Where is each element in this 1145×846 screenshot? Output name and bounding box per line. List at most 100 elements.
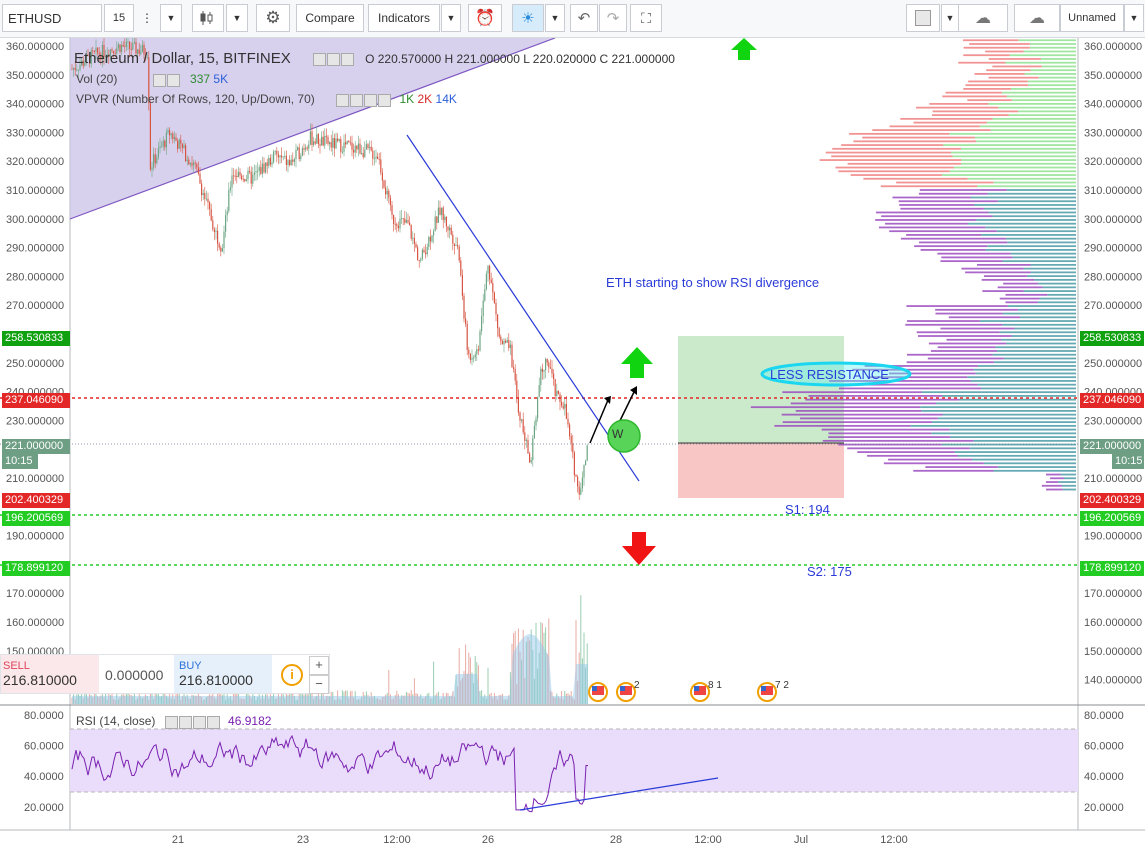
candle-body <box>378 159 380 160</box>
candle-body <box>193 162 195 166</box>
vpvr-row-up <box>992 117 1076 120</box>
undo-button[interactable]: ↶ <box>570 4 598 32</box>
candle-body <box>437 207 439 223</box>
vpvr-row-down <box>889 230 997 233</box>
vpvr-row-up <box>974 204 1076 206</box>
candle-body <box>468 349 470 354</box>
vol-label: Vol (20) <box>76 72 118 86</box>
candle-body <box>170 133 172 136</box>
candle-body <box>175 137 177 141</box>
price-tag-t4: 221.000000 <box>1080 439 1144 455</box>
vpvr-row-down <box>885 222 969 225</box>
sell-button[interactable]: SELL 216.810000 <box>1 655 99 693</box>
candle-body <box>362 152 364 157</box>
candle-body <box>223 231 225 249</box>
time-tick-label: 26 <box>482 834 494 846</box>
layout-name-button[interactable]: Unnamed <box>1060 4 1124 32</box>
vpvr-row-down <box>774 424 911 427</box>
candle-body <box>509 344 511 348</box>
candle-body <box>397 225 399 229</box>
candle-body <box>404 218 406 223</box>
ideas-button[interactable]: ☀ <box>512 4 544 32</box>
vpvr-row-down <box>863 177 968 180</box>
compare-button[interactable]: Compare <box>296 4 364 32</box>
candle-body <box>463 295 465 319</box>
candle-body <box>365 144 367 150</box>
candle-body <box>455 245 457 247</box>
rsi-tick-label: 80.0000 <box>24 710 64 722</box>
chart-style-button[interactable] <box>192 4 224 32</box>
zoom-in-button[interactable]: + <box>309 656 329 675</box>
candle-body <box>375 156 377 159</box>
candle-body <box>212 220 214 230</box>
chart-title-legend[interactable]: Ethereum / Dollar, 15, BITFINEX O 220.57… <box>74 50 675 68</box>
time-axis[interactable]: 21 23 12:00 26 28 12:00 Jul 12:00 <box>172 834 908 846</box>
candle-body <box>309 131 311 145</box>
interval-dropdown[interactable]: ▼ <box>160 4 182 32</box>
vpvr-row-up <box>1008 114 1076 117</box>
buy-button[interactable]: BUY 216.810000 <box>174 655 272 693</box>
vpvr-row-up <box>1018 39 1076 42</box>
vpvr-legend[interactable]: VPVR (Number Of Rows, 120, Up/Down, 70) … <box>76 92 457 107</box>
candle-body <box>297 147 299 150</box>
vpvr-row-up <box>985 226 1076 229</box>
vpvr-row-down <box>919 189 1007 191</box>
rsi-legend[interactable]: RSI (14, close) 46.9182 <box>76 714 271 729</box>
price-tick-label: 230.000000 <box>6 415 64 427</box>
vpvr-row-down <box>997 286 1043 289</box>
vpvr-row-down <box>916 106 999 109</box>
info-icon[interactable]: i <box>281 664 303 686</box>
candle-body <box>402 218 404 220</box>
layout-button[interactable] <box>906 4 940 32</box>
indicators-button[interactable]: Indicators <box>368 4 440 32</box>
alert-button[interactable]: ⏰ <box>468 4 502 32</box>
vpvr-row-up <box>1010 252 1076 255</box>
volume-legend[interactable]: Vol (20) 337 5K <box>76 72 228 87</box>
interval-menu-icon[interactable]: ⋮ <box>136 4 158 32</box>
vpvr-row-up <box>977 185 1076 188</box>
candle-body <box>485 273 487 290</box>
candle-body <box>188 159 190 165</box>
vpvr-row-down <box>946 338 1002 341</box>
fullscreen-button[interactable]: ⛶ <box>630 4 662 32</box>
vpvr-row-down <box>937 252 1011 255</box>
candle-body <box>351 142 353 150</box>
vpvr-row-up <box>985 249 1076 251</box>
candle-body <box>241 175 243 180</box>
candle-body <box>117 44 119 48</box>
long-position-stop-zone[interactable] <box>678 443 844 498</box>
chart-style-dropdown[interactable]: ▼ <box>226 4 248 32</box>
price-tick-label: 140.000000 <box>1084 675 1142 687</box>
vpvr-row-up <box>971 196 1076 199</box>
vpvr-row-up <box>990 129 1076 131</box>
vpvr-row-down <box>961 267 1024 270</box>
price-tick-label: 310.000000 <box>6 185 64 197</box>
zoom-out-button[interactable]: − <box>309 675 329 694</box>
candle-body <box>343 142 345 152</box>
candle-body <box>220 247 222 252</box>
candle-body <box>269 157 271 165</box>
layout-name-dropdown[interactable]: ▼ <box>1124 4 1144 32</box>
ideas-dropdown[interactable]: ▼ <box>545 4 565 32</box>
vpvr-row-down <box>849 132 950 135</box>
candle-body <box>289 160 291 166</box>
layout-dropdown[interactable]: ▼ <box>941 4 959 32</box>
vpvr-row-down <box>828 432 932 435</box>
settings-button[interactable]: ⚙ <box>256 4 290 32</box>
vpvr-row-up <box>1030 271 1076 274</box>
symbol-input[interactable]: ETHUSD <box>2 4 102 32</box>
candle-body <box>252 174 254 184</box>
vpvr-row-down <box>920 249 986 251</box>
candle-body <box>575 475 577 477</box>
indicators-dropdown[interactable]: ▼ <box>441 4 461 32</box>
long-position-target-zone[interactable] <box>678 336 844 443</box>
save-layout-button[interactable]: ☁ <box>1014 4 1060 32</box>
redo-button[interactable]: ↷ <box>599 4 627 32</box>
vpvr-row-down <box>919 241 1008 244</box>
vpvr-row-up <box>1058 481 1076 483</box>
vpvr-row-down <box>985 50 1024 53</box>
load-layout-button[interactable]: ☁ <box>958 4 1008 32</box>
vpvr-row-down <box>1050 477 1064 480</box>
interval-input[interactable]: 15 <box>104 4 134 32</box>
vpvr-row-down <box>929 102 989 105</box>
